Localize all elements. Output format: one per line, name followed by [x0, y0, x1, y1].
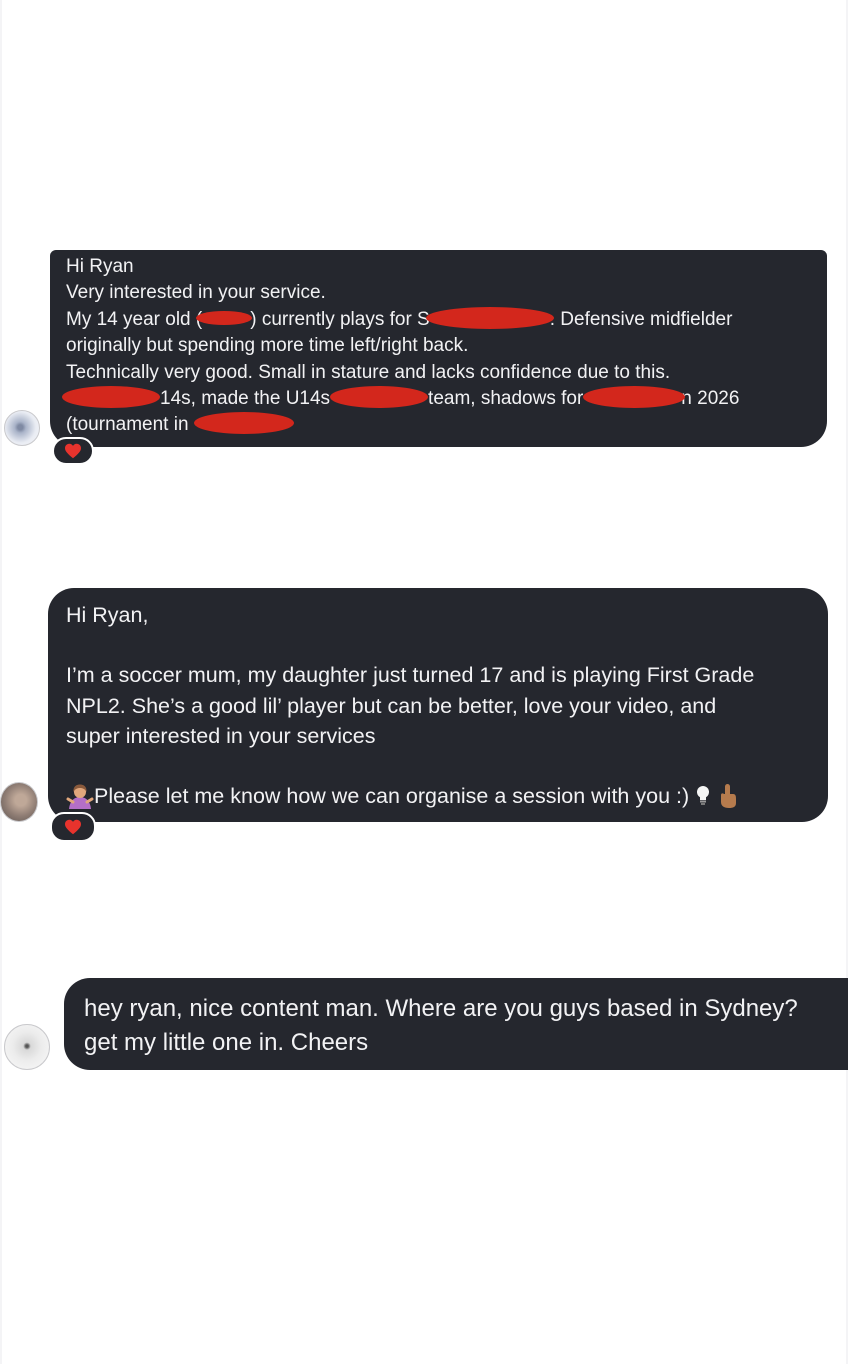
- person-shrugging-icon: [66, 784, 94, 809]
- heart-icon: [65, 819, 81, 835]
- redaction-mark: [583, 386, 686, 409]
- message-line: Hi Ryan,: [66, 603, 149, 627]
- message-line: Please let me know how we can organise a…: [66, 781, 810, 811]
- sender-avatar[interactable]: [4, 1024, 50, 1070]
- text-segment: Please let me know how we can organise a…: [94, 784, 690, 809]
- message-line: get my little one in. Cheers: [84, 1029, 369, 1056]
- text-segment: n 2026: [681, 388, 740, 410]
- left-edge: [0, 0, 2, 1364]
- reaction-badge[interactable]: [52, 437, 94, 465]
- light-bulb-icon: [697, 785, 710, 805]
- text-segment: . Defensive midfielder: [549, 308, 733, 330]
- message-line: hey ryan, nice content man. Where are yo…: [84, 995, 798, 1022]
- message-line: originally but spending more time left/r…: [66, 335, 469, 357]
- redaction-mark: [330, 386, 429, 409]
- text-segment: 14s, made the U14s: [160, 388, 331, 410]
- sender-avatar[interactable]: [4, 410, 40, 446]
- message-line: [66, 751, 810, 781]
- text-segment: (tournament in: [66, 414, 189, 436]
- message-bubble[interactable]: Hi Ryan Very interested in your service.…: [50, 250, 827, 447]
- redaction-mark: [425, 306, 554, 329]
- redaction-mark: [193, 412, 294, 435]
- sender-avatar[interactable]: [0, 782, 38, 822]
- heart-icon: [65, 443, 81, 459]
- message-bubble[interactable]: hey ryan, nice content man. Where are yo…: [64, 978, 848, 1070]
- reaction-badge[interactable]: [50, 812, 96, 842]
- message-line: super interested in your services: [66, 723, 376, 748]
- message-line: Very interested in your service.: [66, 282, 326, 304]
- message-line: 14s, made the U14s team, shadows for n 202…: [62, 386, 811, 412]
- redaction-mark: [196, 310, 253, 325]
- text-segment: My 14 year old (: [66, 308, 203, 330]
- message-line: Technically very good. Small in stature …: [66, 361, 671, 383]
- message-line: [66, 630, 810, 660]
- message-line: Hi Ryan: [66, 256, 134, 277]
- message-line: My 14 year old ( ) currently plays for S.…: [66, 306, 811, 333]
- message-line: (tournament in: [66, 412, 811, 438]
- redaction-mark: [62, 386, 160, 409]
- message-line: NPL2. She’s a good lil’ player but can b…: [66, 693, 717, 718]
- text-segment: team, shadows for: [428, 388, 584, 410]
- text-segment: ) currently plays for S: [250, 308, 430, 330]
- hand-pointing-up-icon: [721, 783, 737, 808]
- message-line: I’m a soccer mum, my daughter just turne…: [66, 663, 755, 688]
- message-bubble[interactable]: Hi Ryan, I’m a soccer mum, my daughter j…: [48, 588, 828, 822]
